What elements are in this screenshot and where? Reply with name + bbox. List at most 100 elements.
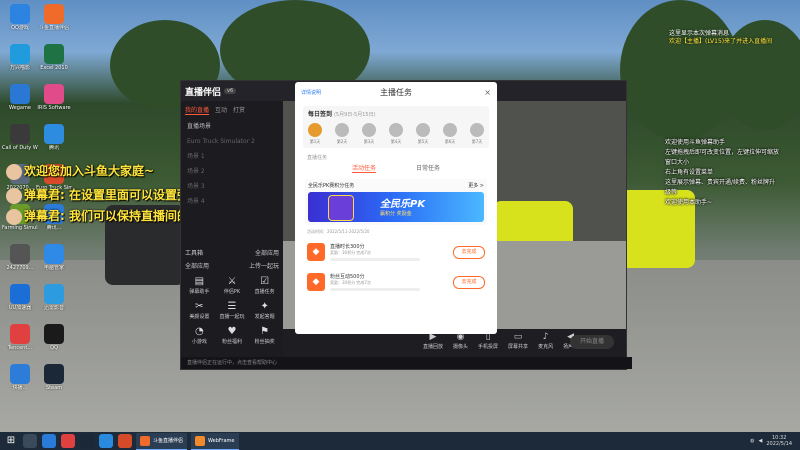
tab-my-live[interactable]: 我的直播 (185, 105, 210, 115)
tab-daily-tasks[interactable]: 日常任务 (416, 163, 440, 173)
start-live-button[interactable]: 开始直播 (570, 335, 614, 349)
toolbox-header: 工具箱 全部应用 (181, 246, 283, 259)
banner-subtitle: 赢积分 奖励金 (380, 211, 412, 217)
scene-item[interactable]: 直播场景 (181, 119, 283, 134)
explorer-icon[interactable] (42, 434, 56, 448)
bottom-tool[interactable]: ▭ 屏幕共享 (508, 332, 528, 350)
toolbox-upload[interactable]: 上传一起玩 (249, 261, 279, 270)
signin-day[interactable]: 第3天 (362, 123, 376, 145)
app-icon[interactable] (118, 434, 132, 448)
scene-item[interactable]: 场景 1 (181, 149, 283, 164)
badge-icon (416, 123, 430, 137)
task-list: ◆ 直播时长300分 奖励：30积分 完成7次 去完成 ◆ 粉丝互动500分 奖励：30积分… (295, 239, 497, 295)
desktop-icon[interactable]: IRIS Software (36, 84, 72, 111)
fans-icon: ♥ (227, 326, 237, 337)
crest-icon (328, 195, 354, 221)
toolbox-all[interactable]: 全部应用 (185, 261, 209, 270)
windows-start-icon[interactable]: ⊞ (4, 434, 18, 448)
tool-beauty[interactable]: ✂ 美颜设置 (183, 301, 216, 320)
taskbar-window[interactable]: WebFrame (191, 432, 239, 450)
tool-pk[interactable]: ⚔ 伴侣PK (216, 276, 249, 295)
desktop-icon[interactable]: Tencent... (2, 324, 38, 351)
tool-quiz[interactable]: ✦ 发起答题 (248, 301, 281, 320)
avatar (6, 208, 22, 225)
detail-link[interactable]: 详情说明 (301, 89, 321, 96)
bottom-tool[interactable]: ▶ 直播回放 (423, 332, 443, 350)
app-icon[interactable] (99, 434, 113, 448)
chat-line: 右上角有设置菜单 (665, 169, 714, 176)
desktop-icon[interactable]: QQ游戏 (2, 4, 38, 31)
bottom-tool-label: 手机投屏 (478, 344, 499, 350)
desktop-app-icon (10, 4, 30, 24)
version-badge: v6 (224, 88, 237, 94)
chat-line: 这里展示弹幕、贵宾开通/续费、粉丝牌升 (665, 179, 776, 186)
tool-grid: ▤ 弹幕助手 ⚔ 伴侣PK ☑ 直播任务 ✂ 美颜设置 ☰ 直播一起玩 ✦ 发起答题 ◔ 小游戏 ♥ 粉丝福利… (181, 272, 283, 349)
desktop-icon[interactable]: 2427709... (2, 244, 38, 271)
tool-danmu[interactable]: ▤ 弹幕助手 (183, 276, 216, 295)
desktop-icon[interactable]: Excel 2010 (36, 44, 72, 71)
promo-more-link[interactable]: 更多 > (468, 182, 484, 189)
tab-reward[interactable]: 打赏 (233, 105, 245, 115)
desktop-app-icon (44, 324, 64, 344)
network-icon[interactable]: ◍ (750, 438, 754, 444)
search-icon[interactable] (23, 434, 37, 448)
toolbox-more[interactable]: 全部应用 (255, 248, 279, 257)
window-app-icon (140, 435, 150, 446)
signin-day[interactable]: 第1天 (308, 123, 322, 145)
desktop-icon[interactable]: 斗鱼直播伴侣 (36, 4, 72, 31)
pk-banner[interactable]: 全民乐PK 赢积分 奖励金 (308, 192, 484, 222)
task-go-button[interactable]: 去完成 (453, 246, 485, 259)
close-icon[interactable]: × (484, 88, 491, 97)
signin-day[interactable]: 第4天 (389, 123, 403, 145)
scene-item[interactable]: 场景 4 (181, 194, 283, 209)
desktop-icon-label: Call of Duty WWII - M... (2, 145, 38, 151)
volume-icon[interactable]: ◀ (759, 438, 763, 444)
bottom-tool-icon: ♪ (542, 332, 549, 342)
banner-title: 全民乐PK (380, 199, 426, 210)
signin-day[interactable]: 第5天 (416, 123, 430, 145)
flame-icon: ◆ (307, 243, 325, 261)
bottom-tool[interactable]: ♪ 麦克风 (538, 332, 553, 350)
desktop-icon[interactable]: 电脑管家 (36, 244, 72, 271)
task-icon: ☑ (260, 276, 270, 287)
desktop-icon[interactable]: Steam (36, 364, 72, 391)
beauty-icon: ✂ (195, 301, 204, 312)
desktop-icon[interactable]: Call of Duty WWII - M... (2, 124, 38, 151)
steam-icon[interactable] (80, 434, 94, 448)
scene-item[interactable]: Euro Truck Simulator 2 (181, 134, 283, 149)
tool-play[interactable]: ☰ 直播一起玩 (216, 301, 249, 320)
taskbar: ⊞ 斗鱼直播伴侣 WebFrame ◍ ◀ 10:32 2022/5/14 (0, 432, 800, 450)
chat-line: 窗口大小 (665, 159, 690, 166)
task-go-button[interactable]: 去完成 (453, 276, 485, 289)
signin-day-label: 第6天 (444, 139, 456, 144)
tab-activity-tasks[interactable]: 活动任务 (351, 163, 376, 173)
scene-item[interactable]: 场景 2 (181, 164, 283, 179)
section-label: 直播任务 (307, 155, 328, 161)
bottom-tool[interactable]: ▯ 手机投屏 (478, 332, 498, 350)
tool-label: 伴侣PK (223, 289, 241, 295)
desktop-icon[interactable]: 万兴喵影 (2, 44, 38, 71)
signin-day[interactable]: 第6天 (443, 123, 457, 145)
scene-item[interactable]: 场景 3 (181, 179, 283, 194)
tool-game[interactable]: ◔ 小游戏 (183, 326, 216, 345)
tool-lottery[interactable]: ⚑ 粉丝抽奖 (248, 326, 281, 345)
tab-interact[interactable]: 互动 (215, 105, 227, 115)
bottom-tool-label: 直播回放 (423, 344, 444, 350)
desktop-icon[interactable]: QQ (36, 324, 72, 351)
tool-fans[interactable]: ♥ 粉丝福利 (216, 326, 249, 345)
desktop-icon[interactable]: 腾讯 (36, 124, 72, 151)
desktop-app-icon (44, 4, 64, 24)
bottom-tool[interactable]: ◉ 摄像头 (453, 332, 468, 350)
chrome-icon[interactable] (61, 434, 75, 448)
desktop-icon[interactable]: 迅雷影音 (36, 284, 72, 311)
desktop-icon[interactable]: UU加速器 (2, 284, 38, 311)
taskbar-window-label: WebFrame (208, 437, 235, 444)
signin-day[interactable]: 第2天 (335, 123, 349, 145)
clock[interactable]: 10:32 2022/5/14 (766, 435, 792, 447)
desktop-icon[interactable]: Wegame (2, 84, 38, 111)
tool-task[interactable]: ☑ 直播任务 (248, 276, 281, 295)
desktop-icon[interactable]: 快播... (2, 364, 38, 391)
signin-day[interactable]: 第7天 (470, 123, 484, 145)
chat-line: 欢迎【主播】(LV15)来了并进入直播间 (669, 38, 773, 45)
taskbar-window[interactable]: 斗鱼直播伴侣 (136, 432, 188, 450)
